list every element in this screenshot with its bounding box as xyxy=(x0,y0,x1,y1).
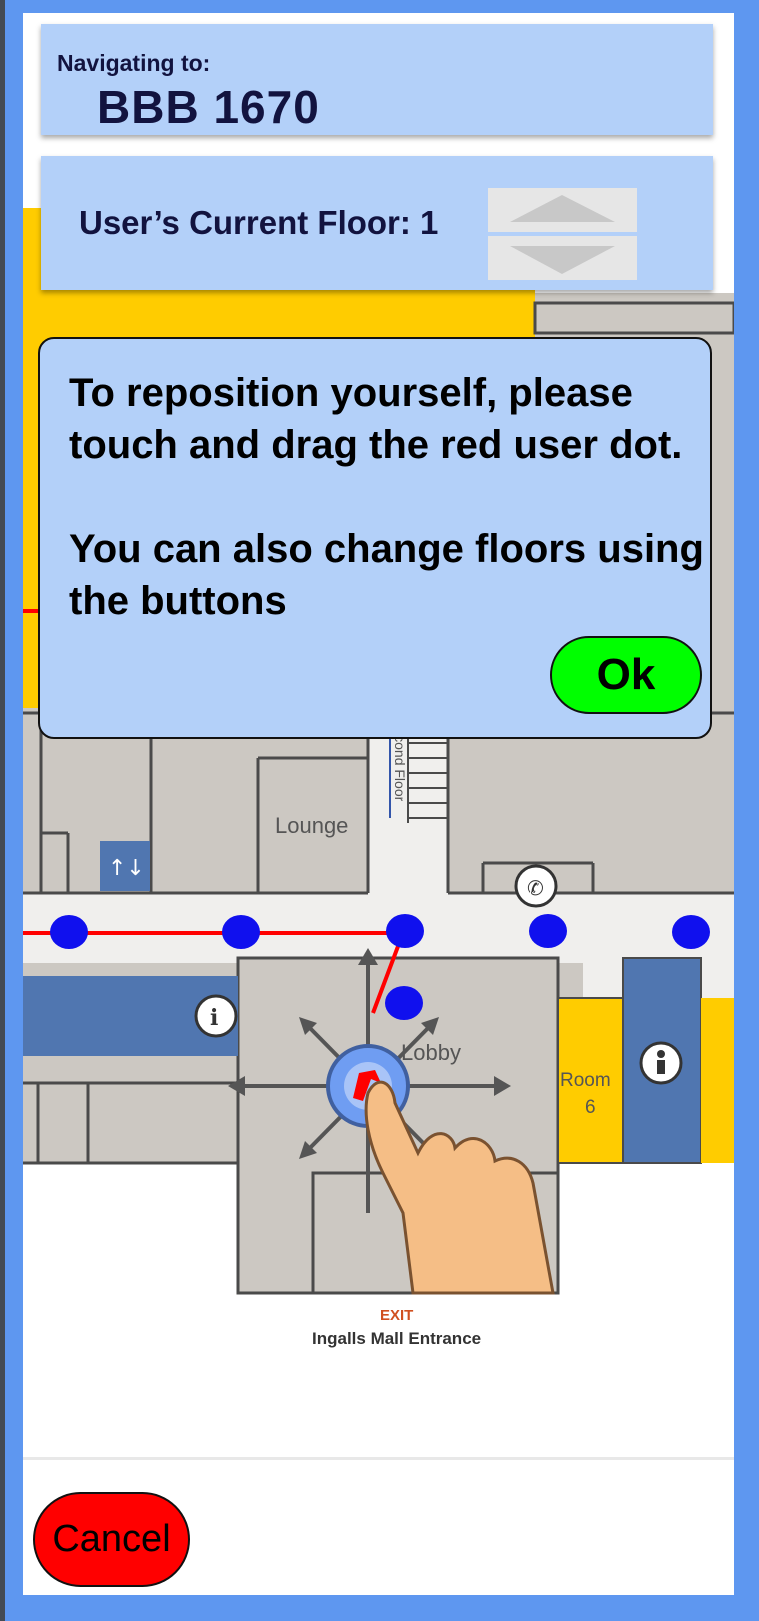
waypoint xyxy=(385,986,423,1020)
room-yellow-right xyxy=(701,998,734,1163)
dialog-line-floors: You can also change floors using the but… xyxy=(69,527,704,623)
waypoint xyxy=(50,915,88,949)
waypoint xyxy=(672,915,710,949)
room-top-right xyxy=(533,301,734,335)
destination-title: BBB 1670 xyxy=(97,81,320,133)
room-label-lounge: Lounge xyxy=(275,813,348,838)
floor-down-button[interactable] xyxy=(488,236,637,280)
floor-up-button[interactable] xyxy=(488,188,637,232)
phone-icon: ✆ xyxy=(514,864,558,908)
hallway xyxy=(23,893,734,963)
waypoint xyxy=(529,914,567,948)
svg-text:✆: ✆ xyxy=(527,876,544,900)
svg-text:↑↓: ↑↓ xyxy=(108,856,145,881)
floor-card: User’s Current Floor: 1 xyxy=(41,156,713,290)
frame-edge xyxy=(0,0,5,1621)
navigation-card: Navigating to: BBB 1670 xyxy=(41,24,713,135)
cancel-button[interactable]: Cancel xyxy=(33,1492,190,1587)
app-screen: Second Floor Lounge ↑↓ ✆ Lobby i Room 6 … xyxy=(23,13,734,1595)
entrance-label: Ingalls Mall Entrance xyxy=(312,1329,481,1348)
info-icon: i xyxy=(194,994,238,1038)
room-6-number: 6 xyxy=(585,1097,596,1118)
navigating-to-label: Navigating to: xyxy=(57,50,211,76)
waypoint xyxy=(386,914,424,948)
exit-label: EXIT xyxy=(380,1307,413,1324)
ok-button[interactable]: Ok xyxy=(550,636,702,714)
current-floor-label: User’s Current Floor: 1 xyxy=(79,204,439,241)
elevator-icon: ↑↓ xyxy=(100,841,150,891)
triangle-down-icon xyxy=(510,246,615,274)
reposition-dialog: To reposition yourself, please touch and… xyxy=(38,337,712,739)
triangle-up-icon xyxy=(510,195,615,222)
bottom-divider xyxy=(23,1457,734,1460)
dialog-line-reposition: To reposition yourself, please touch and… xyxy=(69,371,683,467)
room-6-name: Room xyxy=(560,1070,611,1091)
waypoint xyxy=(222,915,260,949)
dialog-message: To reposition yourself, please touch and… xyxy=(69,367,709,627)
restroom-icon xyxy=(639,1041,683,1085)
svg-text:i: i xyxy=(210,1005,218,1031)
